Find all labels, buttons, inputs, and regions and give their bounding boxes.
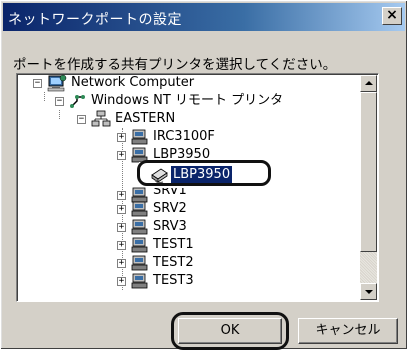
server-icon xyxy=(131,219,148,235)
tree-item-test1[interactable]: + TEST1 xyxy=(107,236,307,254)
scroll-down-button[interactable] xyxy=(360,283,377,300)
tree-item-srv2[interactable]: + SRV2 xyxy=(107,200,307,218)
arrow-down-icon xyxy=(365,290,373,294)
server-icon xyxy=(131,237,148,253)
tree-item-srv3[interactable]: + SRV3 xyxy=(107,218,307,236)
expand-icon[interactable]: + xyxy=(117,277,126,286)
tree-node-network[interactable]: − Windows NT リモート プリンタ xyxy=(37,92,337,110)
arrow-up-icon xyxy=(365,81,373,85)
tree-label-root: Network Computer xyxy=(71,75,195,90)
expand-icon[interactable]: + xyxy=(117,223,126,232)
server-icon xyxy=(131,273,148,289)
tree-item-label: TEST3 xyxy=(153,273,194,288)
scroll-up-button[interactable] xyxy=(360,75,377,92)
tree-label-network: Windows NT リモート プリンタ xyxy=(91,93,284,108)
expand-icon[interactable]: + xyxy=(117,151,126,160)
title-bar[interactable]: ネットワークポートの設定 × xyxy=(3,3,405,31)
vertical-scrollbar[interactable] xyxy=(360,75,377,300)
printer-tree[interactable]: − Network Computer − Windows NT リモート プリン… xyxy=(16,73,379,302)
expand-icon[interactable]: + xyxy=(117,241,126,250)
tree-item-label: SRV2 xyxy=(153,201,187,216)
collapse-icon[interactable]: − xyxy=(33,79,42,88)
dialog-title: ネットワークポートの設定 xyxy=(8,12,182,28)
expand-icon[interactable]: + xyxy=(117,191,126,200)
network-port-dialog: ネットワークポートの設定 × ポートを作成する共有プリンタを選択してください。 … xyxy=(0,0,408,350)
tree-item-test3[interactable]: + TEST3 xyxy=(107,272,307,290)
server-icon xyxy=(131,201,148,217)
ok-callout xyxy=(171,312,289,350)
tree-item-test2[interactable]: + TEST2 xyxy=(107,254,307,272)
instruction-text: ポートを作成する共有プリンタを選択してください。 xyxy=(13,57,337,73)
close-button[interactable]: × xyxy=(382,7,402,25)
tree-node-root[interactable]: − Network Computer xyxy=(23,74,323,92)
expand-icon[interactable]: + xyxy=(117,133,126,142)
selection-callout xyxy=(137,160,271,186)
tree-node-domain[interactable]: − EASTERN xyxy=(57,110,357,128)
expand-icon[interactable]: + xyxy=(117,205,126,214)
tree-item-label: TEST1 xyxy=(153,237,194,252)
expand-icon[interactable]: + xyxy=(117,259,126,268)
tree-item-irc3100f[interactable]: + IRC3100F xyxy=(107,128,307,146)
tree-item-label: IRC3100F xyxy=(153,129,215,144)
cancel-button[interactable]: キャンセル xyxy=(298,318,398,344)
server-icon xyxy=(131,255,148,271)
server-icon xyxy=(131,129,148,145)
scrollbar-thumb[interactable] xyxy=(360,92,377,252)
domain-icon xyxy=(91,110,111,127)
tree-label-domain: EASTERN xyxy=(115,111,176,126)
network-computer-icon xyxy=(47,74,67,92)
tree-item-label: SRV3 xyxy=(153,219,187,234)
tree-item-label: TEST2 xyxy=(153,255,194,270)
collapse-icon[interactable]: − xyxy=(77,115,86,124)
collapse-icon[interactable]: − xyxy=(55,97,64,106)
network-icon xyxy=(70,95,85,108)
